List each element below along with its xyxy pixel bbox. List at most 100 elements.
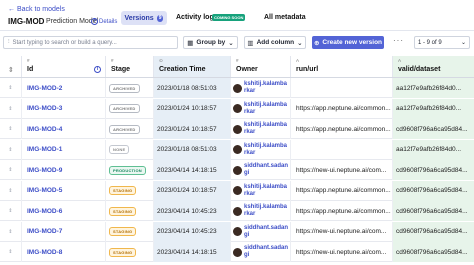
run-url-cell[interactable]: https://app.neptune.ai/common... (291, 201, 393, 221)
owner-name[interactable]: kshitij.kalamba rkar (244, 122, 290, 136)
table-row[interactable]: ⇕ IMG-MOD-3 ARCHIVED 2023/01/24 10:18:57 ksh… (0, 98, 474, 119)
table-row[interactable]: ⇕ IMG-MOD-6 STAGING 2023/04/14 10:45:23 kshi… (0, 201, 474, 221)
arrow-left-icon: ← (8, 6, 15, 13)
stage-badge[interactable]: PRODUCTION (109, 165, 146, 175)
stage-badge[interactable]: STAGING (109, 186, 137, 195)
tab-versions[interactable]: Versions 9 (121, 11, 167, 25)
owner-name[interactable]: kshitij.kalamba rkar (244, 204, 290, 218)
valid-dataset-cell: aa12f7e9afb26f84d0... (393, 98, 474, 119)
search-placeholder: Start typing to search or build a query.… (12, 39, 117, 46)
table-row[interactable]: ⇕ IMG-MOD-8 STAGING 2023/04/14 14:18:15 sidd… (0, 242, 474, 262)
table-row[interactable]: ⇕ IMG-MOD-9 PRODUCTION 2023/04/14 14:18:15 s… (0, 160, 474, 180)
stage-badge[interactable]: ARCHIVED (109, 104, 140, 113)
stage-cell: STAGING (106, 221, 154, 242)
stage-badge[interactable]: ARCHIVED (109, 83, 140, 93)
expand-row-icon[interactable]: ⇕ (0, 78, 22, 98)
header-valid-dataset[interactable]: A valid/dataset (393, 56, 474, 77)
owner-name[interactable]: kshitij.kalamba rkar (244, 184, 290, 198)
stage-badge[interactable]: ARCHIVED (109, 124, 140, 134)
create-new-version-button[interactable]: ⊕ Create new version (312, 36, 384, 49)
run-url-cell[interactable]: https://app.neptune.ai/common... (291, 180, 393, 201)
run-url-cell[interactable]: https://app.neptune.ai/common... (291, 98, 393, 119)
owner-cell: kshitij.kalamba rkar (231, 98, 291, 119)
expand-row-icon[interactable]: ⇕ (0, 139, 22, 160)
owner-cell: kshitij.kalamba rkar (231, 119, 291, 139)
tab-all-metadata[interactable]: All metadata (264, 14, 306, 21)
owner-name[interactable]: siddhant.sadan gi (244, 245, 290, 259)
header-divider (0, 30, 474, 31)
chevron-down-icon: ⌄ (297, 39, 303, 47)
table-row[interactable]: ⇕ IMG-MOD-4 ARCHIVED 2023/01/24 10:18:57 ksh… (0, 119, 474, 139)
header-stage-label: Stage (111, 66, 131, 73)
creation-time-cell: 2023/04/14 10:45:23 (154, 201, 231, 221)
avatar (233, 104, 242, 113)
run-url-cell[interactable] (291, 78, 393, 98)
back-to-models-link[interactable]: ← Back to models (8, 6, 65, 13)
run-url-cell[interactable]: https://app.neptune.ai/common... (291, 119, 393, 139)
creation-time-cell: 2023/01/24 10:18:57 (154, 180, 231, 201)
stage-badge[interactable]: NONE (109, 145, 130, 154)
version-id-link[interactable]: IMG-MOD-8 (22, 242, 106, 262)
owner-name[interactable]: kshitij.kalamba rkar (244, 102, 290, 116)
details-link[interactable]: i Details (91, 18, 117, 25)
version-id-link[interactable]: IMG-MOD-5 (22, 180, 106, 201)
header-time-label: Creation Time (159, 66, 206, 73)
header-owner[interactable]: # Owner (231, 56, 291, 77)
create-label: Create new version (322, 39, 383, 46)
table-row[interactable]: ⇕ IMG-MOD-5 STAGING 2023/01/24 10:18:57 kshi… (0, 180, 474, 201)
valid-dataset-cell: cd9608f796a6ca95d84... (393, 201, 474, 221)
stage-cell: PRODUCTION (106, 160, 154, 180)
valid-dataset-cell: cd9608f796a6ca95d84... (393, 160, 474, 180)
version-id-link[interactable]: IMG-MOD-1 (22, 139, 106, 160)
version-id-link[interactable]: IMG-MOD-7 (22, 221, 106, 242)
group-by-button[interactable]: ▦ Group by ⌄ (183, 36, 238, 49)
expand-row-icon[interactable]: ⇕ (0, 242, 22, 262)
owner-name[interactable]: siddhant.sadan gi (244, 163, 290, 177)
header-stage[interactable]: # Stage (106, 56, 154, 77)
expand-row-icon[interactable]: ⇕ (0, 201, 22, 221)
version-id-link[interactable]: IMG-MOD-6 (22, 201, 106, 221)
creation-time-cell: 2023/01/18 08:51:03 (154, 139, 231, 160)
pagination[interactable]: 1 - 9 of 9 ⌄ (414, 36, 470, 49)
header-id-label: Id (27, 66, 34, 73)
stage-badge[interactable]: STAGING (109, 247, 137, 257)
owner-name[interactable]: kshitij.kalamba rkar (244, 143, 290, 157)
add-column-button[interactable]: ▥ Add column ⌄ (244, 36, 306, 49)
more-options-icon[interactable]: ··· (393, 36, 404, 45)
expand-row-icon[interactable]: ⇕ (0, 119, 22, 139)
version-id-link[interactable]: IMG-MOD-4 (22, 119, 106, 139)
valid-dataset-cell: cd9608f796a6ca95d84... (393, 180, 474, 201)
run-url-cell[interactable]: https://new-ui.neptune.ai/com... (291, 242, 393, 262)
expand-all-icon[interactable]: ⇕ (8, 66, 14, 74)
version-id-link[interactable]: IMG-MOD-2 (22, 78, 106, 98)
details-label: Details (99, 18, 118, 25)
stage-cell: ARCHIVED (106, 78, 154, 98)
valid-dataset-cell: cd9608f796a6ca95d84... (393, 119, 474, 139)
tab-activity-log[interactable]: Activity log (176, 14, 214, 21)
expand-row-icon[interactable]: ⇕ (0, 160, 22, 180)
owner-name[interactable]: siddhant.sadan gi (244, 225, 290, 239)
expand-row-icon[interactable]: ⇕ (0, 98, 22, 119)
header-creation-time[interactable]: ⊙ Creation Time (154, 56, 231, 77)
info-icon[interactable]: i (94, 66, 101, 73)
expand-row-icon[interactable]: ⇕ (0, 180, 22, 201)
stage-badge[interactable]: STAGING (109, 206, 137, 216)
table-row[interactable]: ⇕ IMG-MOD-2 ARCHIVED 2023/01/18 08:51:03 ksh… (0, 78, 474, 98)
run-url-cell[interactable] (291, 139, 393, 160)
run-url-cell[interactable]: https://new-ui.neptune.ai/com... (291, 221, 393, 242)
header-run-url[interactable]: A run/url (291, 56, 393, 77)
header-time-type: ⊙ (159, 58, 163, 63)
header-id[interactable]: # Id i (22, 56, 106, 77)
version-id-link[interactable]: IMG-MOD-3 (22, 98, 106, 119)
creation-time-cell: 2023/01/24 10:18:57 (154, 119, 231, 139)
run-url-cell[interactable]: https://new-ui.neptune.ai/com... (291, 160, 393, 180)
chevron-down-icon: ⌄ (460, 40, 466, 46)
stage-badge[interactable]: STAGING (109, 227, 137, 236)
back-label: Back to models (17, 6, 65, 13)
owner-name[interactable]: kshitij.kalamba rkar (244, 81, 290, 95)
table-row[interactable]: ⇕ IMG-MOD-1 NONE 2023/01/18 08:51:03 kshitij… (0, 139, 474, 160)
table-row[interactable]: ⇕ IMG-MOD-7 STAGING 2023/04/14 10:45:23 sidd… (0, 221, 474, 242)
version-id-link[interactable]: IMG-MOD-9 (22, 160, 106, 180)
search-input[interactable]: ⫶ Start typing to search or build a quer… (3, 36, 178, 49)
expand-row-icon[interactable]: ⇕ (0, 221, 22, 242)
